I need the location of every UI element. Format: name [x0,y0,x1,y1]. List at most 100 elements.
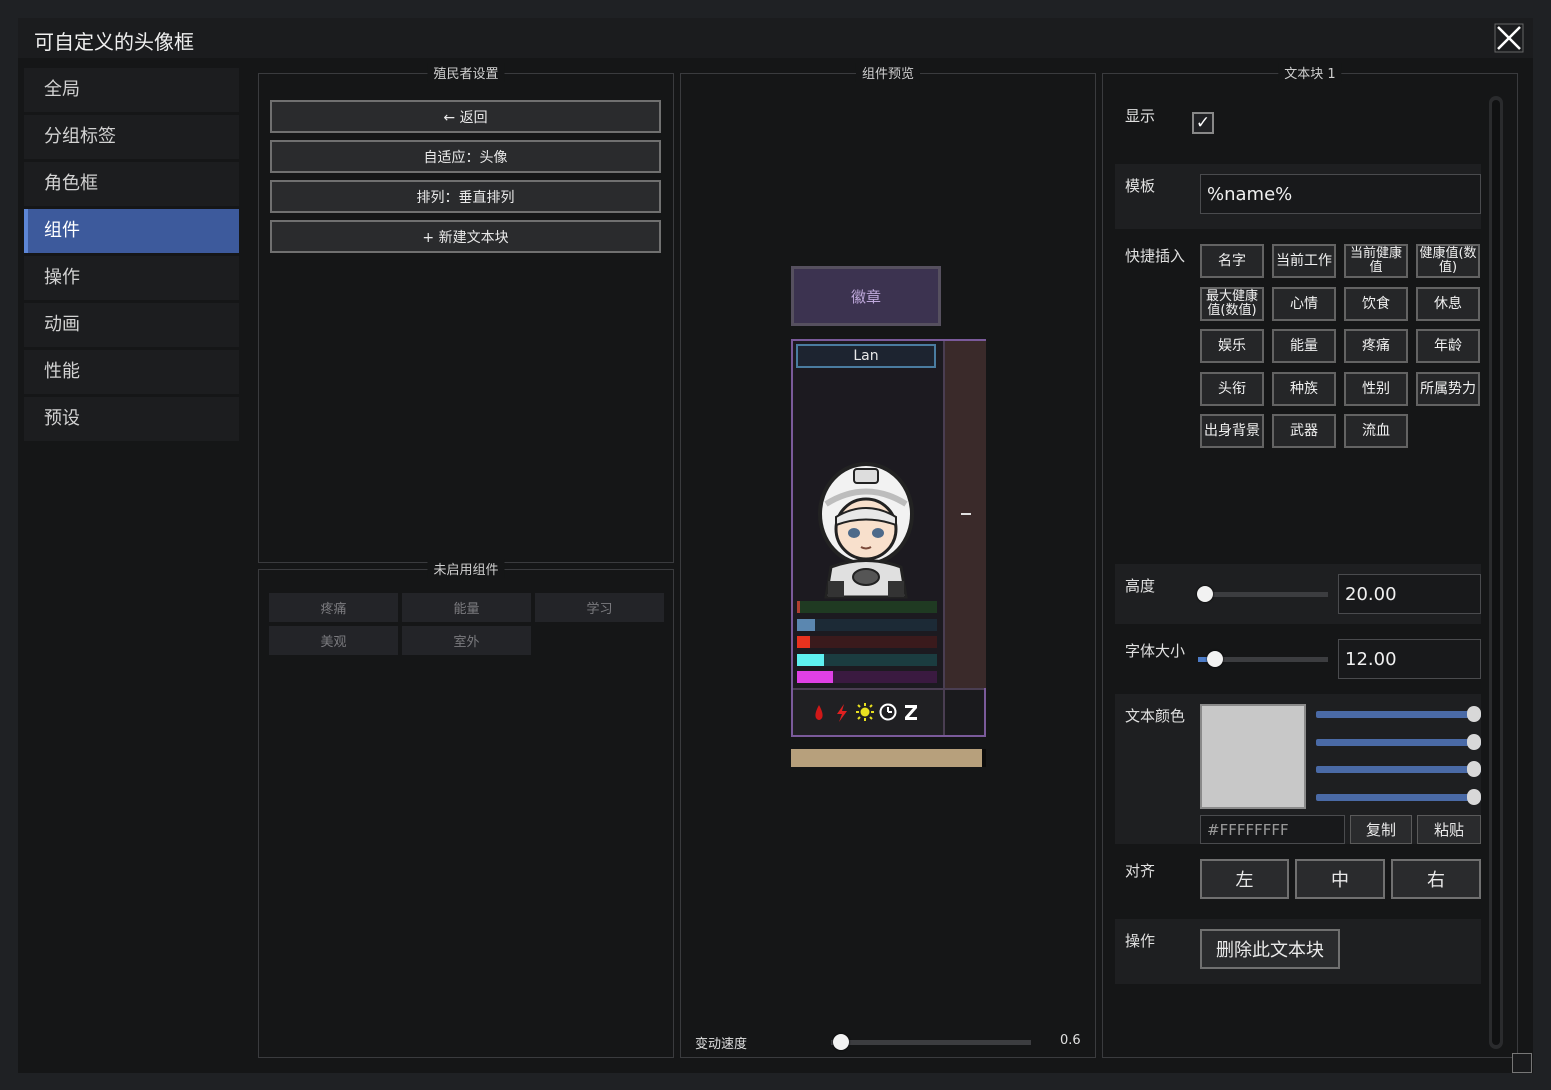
need-bar-fill [797,653,824,666]
name-textblock[interactable]: Lan [796,344,936,368]
quick-insert-button[interactable]: 种族 [1272,371,1336,406]
nav-item-group-tabs[interactable]: 分组标签 [24,115,239,159]
need-bar [797,601,937,613]
colonist-portrait [818,462,914,599]
nav-item-animation[interactable]: 动画 [24,303,239,347]
quick-insert-button[interactable]: 年龄 [1416,329,1480,363]
alpha-slider-knob[interactable] [1467,789,1481,805]
quick-insert-button[interactable]: 流血 [1344,414,1408,448]
font-size-label: 字体大小 [1125,642,1186,660]
quick-insert-button[interactable]: 当前健康值 [1344,244,1408,278]
paste-color-button[interactable]: 粘贴 [1417,815,1481,844]
window-title: 可自定义的头像框 [34,30,194,54]
need-bar [797,636,937,648]
red-slider-knob[interactable] [1467,706,1481,722]
quick-insert-button[interactable]: 能量 [1272,329,1336,363]
disabled-component-energy[interactable]: 能量 [402,593,531,622]
font-size-slider-knob[interactable] [1207,651,1223,667]
height-slider-knob[interactable] [1197,586,1213,602]
side-bar [943,341,986,688]
quick-insert-button[interactable]: 心情 [1272,286,1336,321]
height-slider-track[interactable] [1198,592,1328,597]
settings-window: 可自定义的头像框 全局 分组标签 角色框 组件 操作 动画 性能 预设 殖民者设… [18,18,1533,1073]
template-label: 模板 [1125,177,1156,195]
quick-insert-button[interactable]: 疼痛 [1344,329,1408,363]
scrollbar[interactable] [1489,96,1503,1049]
quick-insert-label: 快捷插入 [1125,247,1186,265]
speed-slider-track[interactable] [831,1040,1031,1045]
textblock-settings-group: 文本块 1 显示 ✓ 模板 %name% 快捷插入 名字 当前工作 当前健康值 健康值… [1102,63,1518,1058]
close-button[interactable] [1494,23,1524,53]
quick-insert-button[interactable]: 休息 [1416,286,1480,321]
component-preview-group: 组件预览 徽章 Lan 变动速度 0.6 [680,63,1096,1058]
fit-mode-button[interactable]: 自适应：头像 [270,140,661,173]
nav-item-performance[interactable]: 性能 [24,350,239,394]
resize-handle[interactable] [1512,1053,1532,1073]
disabled-component-learning[interactable]: 学习 [535,593,664,622]
align-left-button[interactable]: 左 [1200,859,1289,899]
disabled-component-beauty[interactable]: 美观 [269,626,398,655]
nav-item-global[interactable]: 全局 [24,68,239,112]
bottom-progress-bar [791,749,986,767]
green-slider-track[interactable] [1316,739,1481,746]
disabled-component-outdoors[interactable]: 室外 [402,626,531,655]
title-bar: 可自定义的头像框 [18,18,1533,58]
need-bar [797,653,937,666]
copy-color-button[interactable]: 复制 [1350,815,1412,844]
green-slider-knob[interactable] [1467,734,1481,750]
back-button[interactable]: ← 返回 [270,100,661,133]
disabled-component-pain[interactable]: 疼痛 [269,593,398,622]
nav-item-components[interactable]: 组件 [24,209,239,253]
template-input[interactable]: %name% [1200,174,1481,214]
quick-insert-button[interactable]: 武器 [1272,414,1336,448]
quick-insert-button[interactable]: 娱乐 [1200,329,1264,363]
colonist-settings-group: 殖民者设置 ← 返回 自适应：头像 排列：垂直排列 + 新建文本块 [258,63,674,563]
show-label: 显示 [1125,107,1156,125]
sun-icon [856,703,874,721]
quick-insert-button[interactable]: 所属势力 [1416,371,1480,406]
need-bar-fill [797,601,800,613]
quick-insert-button[interactable]: 名字 [1200,244,1264,278]
quick-insert-button[interactable]: 性别 [1344,371,1408,406]
component-preview-title: 组件预览 [855,63,921,82]
arrange-mode-button[interactable]: 排列：垂直排列 [270,180,661,213]
speed-slider-knob[interactable] [833,1034,849,1050]
quick-insert-button[interactable]: 健康值(数值) [1416,244,1480,278]
colonist-settings-title: 殖民者设置 [427,63,505,82]
disabled-components-title: 未启用组件 [427,559,505,578]
align-right-button[interactable]: 右 [1391,859,1481,899]
scrollbar-thumb[interactable] [1492,100,1500,1045]
clock-icon [879,703,897,721]
textblock-title: 文本块 1 [1278,63,1342,82]
show-checkbox[interactable]: ✓ [1192,112,1214,134]
sleep-icon [905,705,917,720]
colonist-frame[interactable]: Lan [791,339,986,737]
nav-item-presets[interactable]: 预设 [24,397,239,441]
color-swatch[interactable] [1200,704,1306,809]
quick-insert-button[interactable]: 出身背景 [1200,414,1264,448]
quick-insert-button[interactable]: 最大健康值(数值) [1200,286,1264,321]
align-label: 对齐 [1125,862,1156,880]
height-input[interactable]: 20.00 [1338,574,1481,614]
delete-textblock-button[interactable]: 删除此文本块 [1200,929,1340,969]
bottom-progress-fill [791,749,982,767]
blue-slider-knob[interactable] [1467,761,1481,777]
align-center-button[interactable]: 中 [1295,859,1385,899]
need-bar [797,671,937,683]
disabled-components-group: 未启用组件 疼痛 能量 学习 美观 室外 [258,559,674,1058]
color-hex-input[interactable]: #FFFFFFFF [1200,815,1345,844]
quick-insert-button[interactable]: 当前工作 [1272,244,1336,278]
font-size-input[interactable]: 12.00 [1338,639,1481,679]
quick-insert-button[interactable]: 饮食 [1344,286,1408,321]
new-textblock-button[interactable]: + 新建文本块 [270,220,661,253]
action-label: 操作 [1125,932,1156,950]
settings-nav: 全局 分组标签 角色框 组件 操作 动画 性能 预设 [24,68,239,444]
nav-item-actions[interactable]: 操作 [24,256,239,300]
blue-slider-track[interactable] [1316,766,1481,773]
blood-drop-icon [815,705,823,720]
quick-insert-button[interactable]: 头衔 [1200,371,1264,406]
nav-item-character-frame[interactable]: 角色框 [24,162,239,206]
red-slider-track[interactable] [1316,711,1481,718]
alpha-slider-track[interactable] [1316,794,1481,801]
badge-component[interactable]: 徽章 [791,266,941,326]
